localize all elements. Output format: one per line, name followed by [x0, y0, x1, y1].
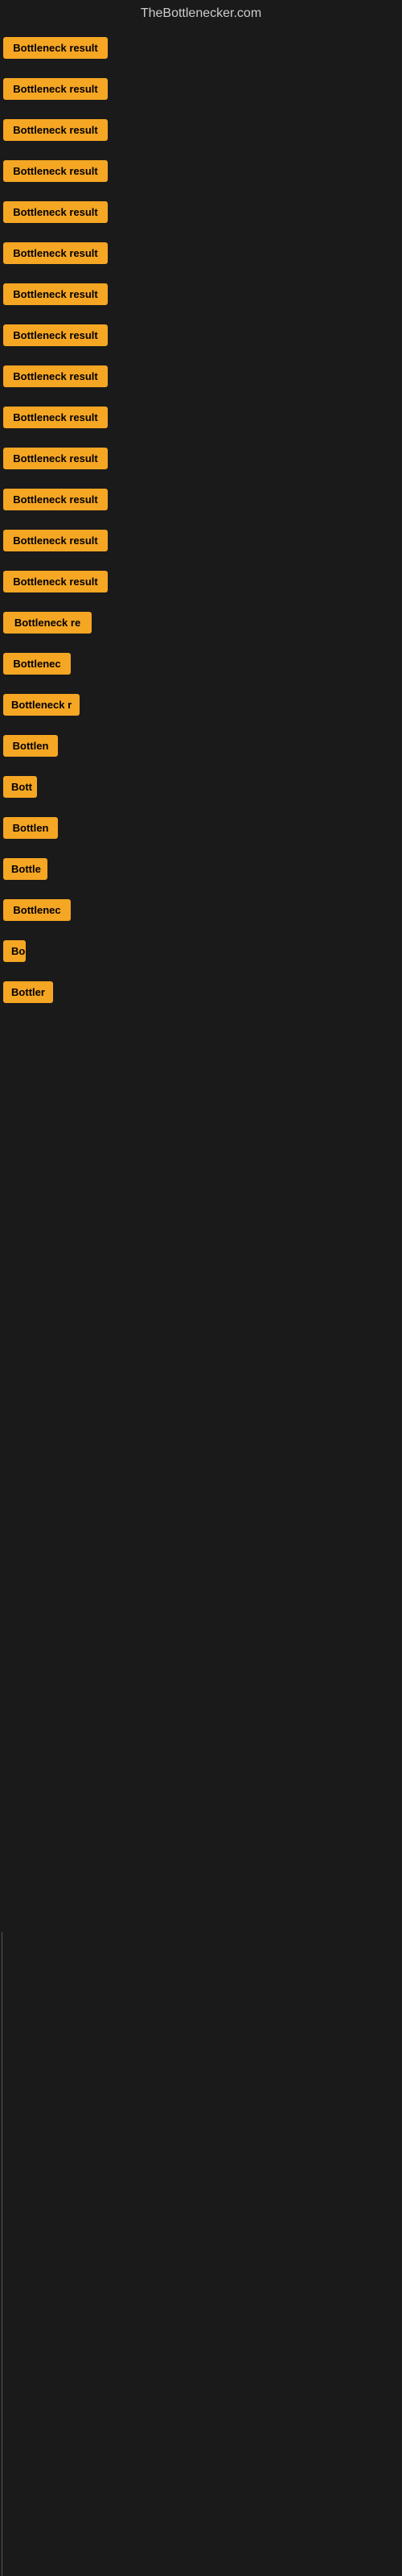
bottleneck-result-button-16[interactable]: Bottlenec — [3, 653, 71, 675]
button-row-12: Bottleneck result — [0, 479, 402, 520]
bottleneck-result-button-1[interactable]: Bottleneck result — [3, 37, 108, 59]
bottleneck-result-button-7[interactable]: Bottleneck result — [3, 283, 108, 305]
bottleneck-result-button-13[interactable]: Bottleneck result — [3, 530, 108, 551]
bottleneck-result-button-14[interactable]: Bottleneck result — [3, 571, 108, 592]
bottleneck-result-button-19[interactable]: Bott — [3, 776, 37, 798]
bottleneck-result-button-17[interactable]: Bottleneck r — [3, 694, 80, 716]
button-row-18: Bottlen — [0, 725, 402, 766]
button-row-17: Bottleneck r — [0, 684, 402, 725]
button-row-8: Bottleneck result — [0, 315, 402, 356]
bottleneck-result-button-9[interactable]: Bottleneck result — [3, 365, 108, 387]
bottleneck-result-button-5[interactable]: Bottleneck result — [3, 201, 108, 223]
button-row-24: Bottler — [0, 972, 402, 1013]
button-row-10: Bottleneck result — [0, 397, 402, 438]
button-row-23: Bo — [0, 931, 402, 972]
bottleneck-result-button-23[interactable]: Bo — [3, 940, 26, 962]
button-row-22: Bottlenec — [0, 890, 402, 931]
button-row-6: Bottleneck result — [0, 233, 402, 274]
button-row-19: Bott — [0, 766, 402, 807]
site-title: TheBottlenecker.com — [0, 0, 402, 27]
bottleneck-result-button-4[interactable]: Bottleneck result — [3, 160, 108, 182]
button-row-21: Bottle — [0, 848, 402, 890]
button-row-13: Bottleneck result — [0, 520, 402, 561]
button-row-1: Bottleneck result — [0, 27, 402, 68]
bottleneck-result-button-21[interactable]: Bottle — [3, 858, 47, 880]
button-row-9: Bottleneck result — [0, 356, 402, 397]
bottleneck-result-button-20[interactable]: Bottlen — [3, 817, 58, 839]
bottleneck-result-button-24[interactable]: Bottler — [3, 981, 53, 1003]
site-title-text: TheBottlenecker.com — [141, 6, 261, 20]
bottleneck-result-button-10[interactable]: Bottleneck result — [3, 407, 108, 428]
button-row-11: Bottleneck result — [0, 438, 402, 479]
button-row-3: Bottleneck result — [0, 109, 402, 151]
bottleneck-result-button-22[interactable]: Bottlenec — [3, 899, 71, 921]
buttons-container: Bottleneck result Bottleneck result Bottle… — [0, 27, 402, 1013]
bottleneck-result-button-3[interactable]: Bottleneck result — [3, 119, 108, 141]
button-row-7: Bottleneck result — [0, 274, 402, 315]
bottleneck-result-button-15[interactable]: Bottleneck re — [3, 612, 92, 634]
button-row-16: Bottlenec — [0, 643, 402, 684]
bottleneck-result-button-12[interactable]: Bottleneck result — [3, 489, 108, 510]
bottleneck-result-button-6[interactable]: Bottleneck result — [3, 242, 108, 264]
bottleneck-result-button-11[interactable]: Bottleneck result — [3, 448, 108, 469]
button-row-15: Bottleneck re — [0, 602, 402, 643]
button-row-4: Bottleneck result — [0, 151, 402, 192]
bottleneck-result-button-2[interactable]: Bottleneck result — [3, 78, 108, 100]
bottleneck-result-button-8[interactable]: Bottleneck result — [3, 324, 108, 346]
button-row-5: Bottleneck result — [0, 192, 402, 233]
button-row-20: Bottlen — [0, 807, 402, 848]
bottleneck-result-button-18[interactable]: Bottlen — [3, 735, 58, 757]
button-row-14: Bottleneck result — [0, 561, 402, 602]
button-row-2: Bottleneck result — [0, 68, 402, 109]
